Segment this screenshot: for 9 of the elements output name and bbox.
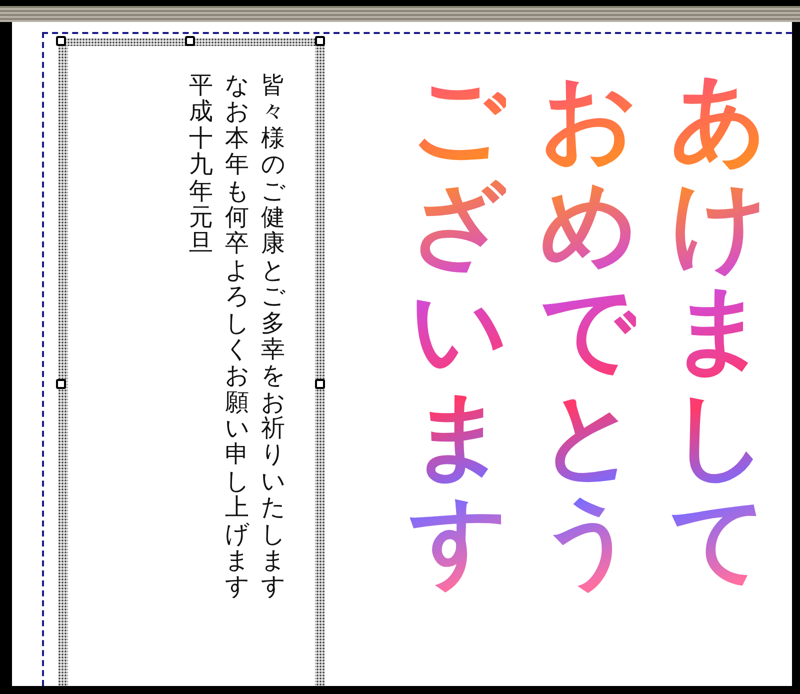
message-line: 皆々様のご健康とご多幸をお祈りいたします <box>261 72 285 602</box>
message-line: なお本年も何卒よろしくお願い申し上げます <box>225 72 249 602</box>
message-line: 平成十九年元旦 <box>189 72 213 260</box>
resize-handle[interactable] <box>56 36 66 46</box>
resize-handle[interactable] <box>315 379 325 389</box>
resize-handle[interactable] <box>315 36 325 46</box>
resize-handle[interactable] <box>185 36 195 46</box>
text-frame[interactable]: 平成十九年元旦 なお本年も何卒よろしくお願い申し上げます 皆々様のご健康とご多幸をお祈りいたします <box>58 38 325 686</box>
resize-handle[interactable] <box>56 379 66 389</box>
